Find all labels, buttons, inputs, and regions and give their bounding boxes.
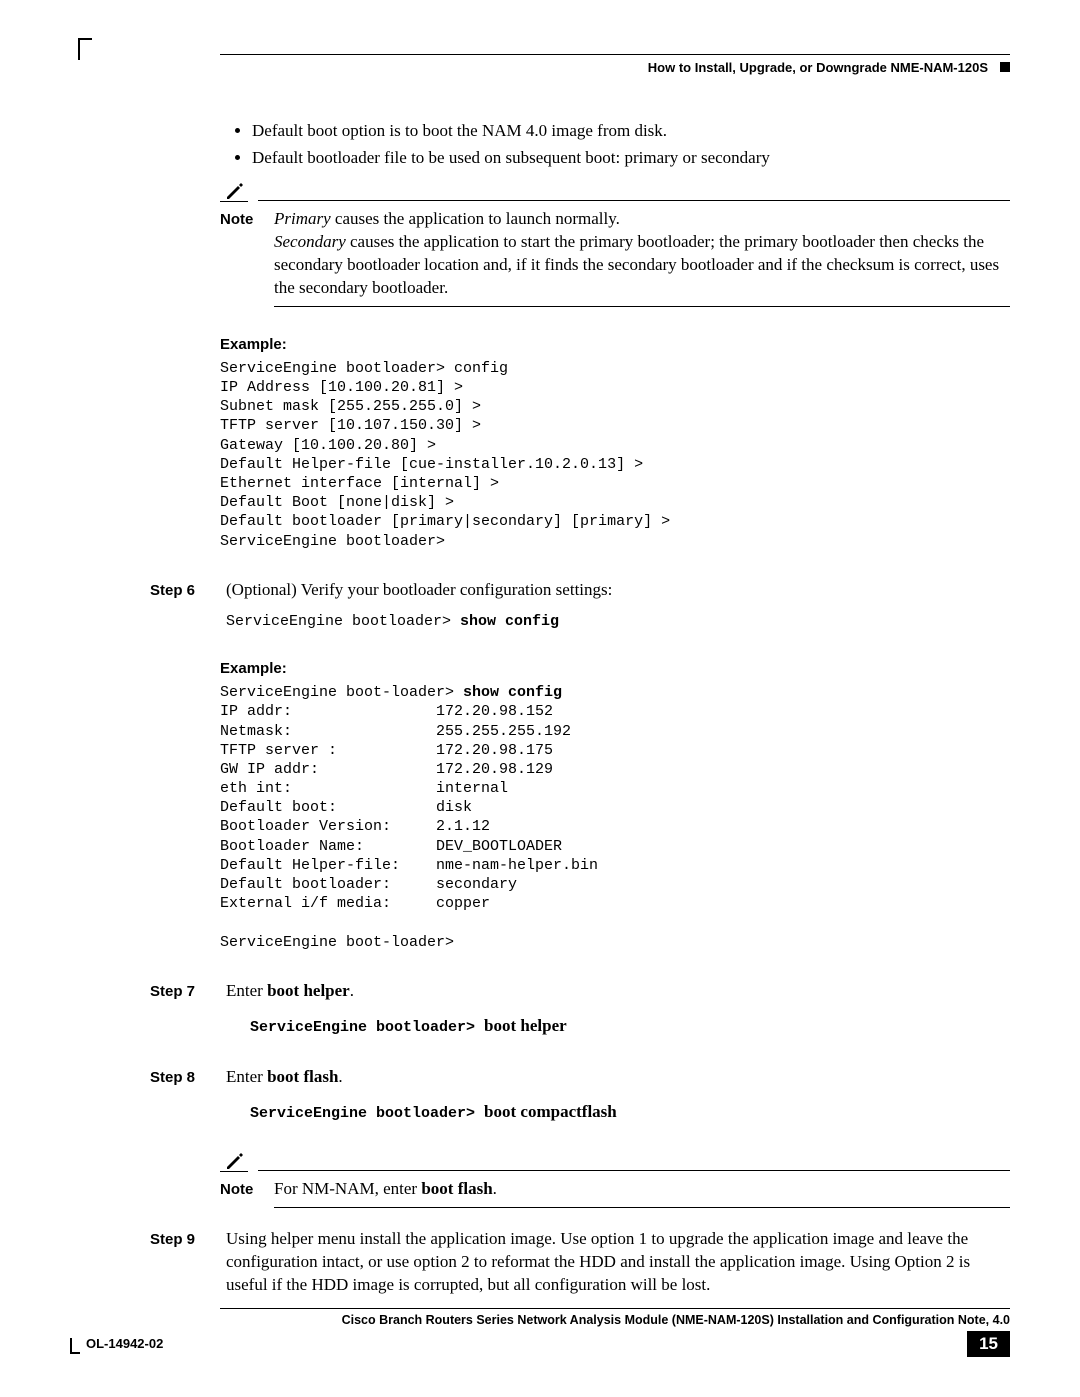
example-label: Example: bbox=[220, 335, 1010, 355]
crop-mark-top-left bbox=[78, 38, 92, 60]
example-label: Example: bbox=[220, 659, 1010, 679]
bullet-list: Default boot option is to boot the NAM 4… bbox=[220, 120, 1010, 170]
step7-body: Enter boot helper. ServiceEngine bootloa… bbox=[226, 980, 1010, 1038]
note-label: Note bbox=[220, 1178, 260, 1201]
header-title: How to Install, Upgrade, or Downgrade NM… bbox=[648, 60, 988, 75]
note-block-boot-flash: Note For NM-NAM, enter boot flash. bbox=[220, 1150, 1010, 1208]
pencil-icon bbox=[220, 1150, 248, 1172]
header-square-marker bbox=[1000, 62, 1010, 72]
crop-mark-bottom-left bbox=[70, 1338, 80, 1354]
footer-doc-number: OL-14942-02 bbox=[70, 1336, 163, 1353]
step7-code: ServiceEngine bootloader> boot helper bbox=[250, 1015, 1010, 1038]
bullet-item: Default bootloader file to be used on su… bbox=[252, 147, 1010, 170]
note-block-primary-secondary: Note Primary causes the application to l… bbox=[220, 180, 1010, 307]
step6-label: Step 6 bbox=[150, 579, 208, 631]
note-label: Note bbox=[220, 208, 260, 300]
example1-code: ServiceEngine bootloader> config IP Addr… bbox=[220, 359, 1010, 551]
footer-title: Cisco Branch Routers Series Network Anal… bbox=[70, 1313, 1010, 1327]
bullet-item: Default boot option is to boot the NAM 4… bbox=[252, 120, 1010, 143]
step8-code: ServiceEngine bootloader> boot compactfl… bbox=[250, 1101, 1010, 1124]
pencil-icon bbox=[220, 180, 248, 202]
note-top-rule bbox=[258, 1170, 1010, 1171]
note-bottom-rule bbox=[274, 1207, 1010, 1208]
step8-body: Enter boot flash. ServiceEngine bootload… bbox=[226, 1066, 1010, 1124]
step6-body: (Optional) Verify your bootloader config… bbox=[226, 579, 1010, 631]
step8-label: Step 8 bbox=[150, 1066, 208, 1124]
step9-label: Step 9 bbox=[150, 1228, 208, 1297]
step9-body: Using helper menu install the applicatio… bbox=[226, 1228, 1010, 1297]
step7-label: Step 7 bbox=[150, 980, 208, 1038]
note-text: Primary causes the application to launch… bbox=[274, 208, 1010, 300]
note-text: For NM-NAM, enter boot flash. bbox=[274, 1178, 1010, 1201]
note-top-rule bbox=[258, 200, 1010, 201]
example2-code: ServiceEngine boot-loader> show config I… bbox=[220, 683, 1010, 952]
note-bottom-rule bbox=[274, 306, 1010, 307]
footer-rule bbox=[220, 1308, 1010, 1309]
page-number: 15 bbox=[967, 1331, 1010, 1357]
header-rule bbox=[220, 54, 1010, 55]
